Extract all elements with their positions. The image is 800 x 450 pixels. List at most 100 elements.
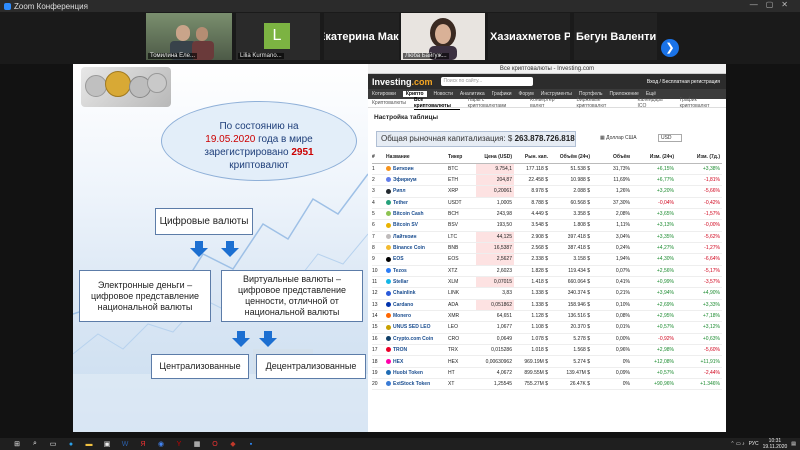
cell-name[interactable]: Chainlink xyxy=(386,287,448,300)
windows-start-icon[interactable]: ⊞ xyxy=(8,438,26,450)
tray-icons[interactable]: ⌃ ▭ ♪ xyxy=(730,441,744,447)
coin-icon xyxy=(386,279,391,285)
table-row[interactable]: 6 Bitcoin SV BSV 193,50 3.548 $1.808 $1,11% +… xyxy=(372,219,722,232)
table-row[interactable]: 9 EOS EOS 2,5627 2.338 $3.158 $1,94% +4,30% -6… xyxy=(372,253,722,266)
subnav-item[interactable]: Криптовалюты xyxy=(372,100,406,106)
clock[interactable]: 10:31 19.11.2020 xyxy=(763,438,788,450)
chrome-icon[interactable]: ◉ xyxy=(152,438,170,450)
subnav-item[interactable]: Конвертер валют xyxy=(530,97,568,109)
cell-name[interactable]: Биткоин xyxy=(386,163,448,175)
table-row[interactable]: 2 Эфириум ETH 204,87 22.458 $10.988 $11,69% +… xyxy=(372,174,722,187)
nav-item[interactable]: Котировки xyxy=(372,91,396,97)
next-page-button[interactable]: ❯ xyxy=(661,39,679,57)
table-row[interactable]: 4 Tether USDT 1,0005 8.788 $60.568 $37,30% -0… xyxy=(372,197,722,209)
file-explorer-icon[interactable]: ▬ xyxy=(80,438,98,450)
participant-tile[interactable]: Люба Байгуж... xyxy=(401,13,485,60)
cell-c7: -2,44% xyxy=(676,367,722,380)
col-header[interactable]: Рын. кап. xyxy=(514,152,550,164)
cell-price: 1,0677 xyxy=(476,321,514,334)
cell-cap: 1.078 $ xyxy=(514,333,550,346)
cell-ticker: CRO xyxy=(448,333,476,346)
col-header[interactable]: Объём xyxy=(592,152,632,164)
table-row[interactable]: 3 Рипл XRP 0,20061 8.978 $2.088 $1,26% +3,20%… xyxy=(372,185,722,198)
col-header[interactable]: Тикер xyxy=(448,152,476,164)
subnav-item[interactable]: Биржевые криптовалют xyxy=(577,97,630,109)
task-view-icon[interactable]: ▭ xyxy=(44,438,62,450)
table-settings-title[interactable]: Настройка таблицы xyxy=(368,108,726,121)
cell-name[interactable]: HEX xyxy=(386,355,448,368)
col-header[interactable]: Объём (24ч) xyxy=(550,152,592,164)
yandex-browser-icon[interactable]: Y xyxy=(170,438,188,450)
cell-n: 1 xyxy=(372,163,386,175)
store-icon[interactable]: ▣ xyxy=(98,438,116,450)
app-icon[interactable]: ◆ xyxy=(224,438,242,450)
col-header[interactable]: Изм. (7д.) xyxy=(676,152,722,164)
subnav-item[interactable]: Пары с криптовалютами xyxy=(468,97,523,109)
cell-name[interactable]: Bitcoin Cash xyxy=(386,208,448,221)
table-row[interactable]: 13 Cardano ADA 0,051862 1.338 $158.946 $0,10… xyxy=(372,299,722,311)
site-search-input[interactable]: Поиск по сайту... xyxy=(440,77,533,86)
cell-c24: +3,20% xyxy=(632,185,676,198)
cell-c7: +3,38% xyxy=(676,163,722,175)
subnav-item[interactable]: Календарь ICO xyxy=(638,97,672,109)
cell-name[interactable]: Binance Coin xyxy=(386,242,448,255)
table-row[interactable]: 10 Tezos XTZ 2,6023 1.828 $119.434 $0,07% +2,… xyxy=(372,265,722,277)
table-row[interactable]: 14 Monero XMR 64,651 1.128 $136.516 $0,08% +2… xyxy=(372,310,722,323)
cell-name[interactable]: Huobi Token xyxy=(386,367,448,380)
window-controls[interactable]: —▢✕ xyxy=(750,0,796,9)
col-header[interactable]: Название xyxy=(386,152,448,164)
currency-select[interactable]: USD xyxy=(657,134,682,142)
cell-name[interactable]: TRON xyxy=(386,344,448,357)
cell-name[interactable]: Bitcoin SV xyxy=(386,219,448,232)
table-row[interactable]: 16 Crypto.com Coin CRO 0,0649 1.078 $5.278 $… xyxy=(372,333,722,346)
table-row[interactable]: 15 UNUS SED LEO LEO 1,0677 1.108 $20.370 $0,… xyxy=(372,321,722,334)
table-row[interactable]: 1 Биткоин BTC 9.754,1 177.118 $51.538 $31,73… xyxy=(372,163,722,175)
participant-tile[interactable]: Бегун Валенти... xyxy=(574,13,657,60)
cell-name[interactable]: Stellar xyxy=(386,276,448,289)
table-row[interactable]: 7 Лайткоин LTC 44,125 2.908 $397.418 $3,04% +… xyxy=(372,231,722,243)
cell-name[interactable]: ExtStock Token xyxy=(386,378,448,391)
table-row[interactable]: 17 TRON TRX 0,015286 1.018 $1.568 $0,96% +2,9… xyxy=(372,344,722,357)
investing-logo[interactable]: Investing.com xyxy=(372,77,433,87)
cell-name[interactable]: Эфириум xyxy=(386,174,448,187)
table-row[interactable]: 12 Chainlink LINK 3,83 1.338 $340.374 $0,21%… xyxy=(372,287,722,300)
browser-tab-title[interactable]: Все криптовалюты - Investing.com xyxy=(368,64,726,74)
participant-tile[interactable]: Екатерина Мак... xyxy=(324,13,399,60)
cell-name[interactable]: Monero xyxy=(386,310,448,323)
cell-name[interactable]: Cardano xyxy=(386,299,448,311)
table-row[interactable]: 11 Stellar XLM 0,07015 1.418 $660.064 $0,41%… xyxy=(372,276,722,289)
notification-icon[interactable]: ▤ xyxy=(791,441,796,447)
subnav-item[interactable]: График криптовалют xyxy=(680,97,726,109)
cell-name[interactable]: UNUS SED LEO xyxy=(386,321,448,334)
subnav-item-active[interactable]: Все криптовалюты xyxy=(414,97,460,110)
table-row[interactable]: 20 ExtStock Token XT 1,25545 755.27M $26.47K… xyxy=(372,378,722,391)
col-header[interactable]: # xyxy=(372,152,386,164)
edge-icon[interactable]: ● xyxy=(62,438,80,450)
opera-icon[interactable]: O xyxy=(206,438,224,450)
table-row[interactable]: 19 Huobi Token HT 4,0672 899.55M $139.47M $0… xyxy=(372,367,722,380)
cell-name[interactable]: Рипл xyxy=(386,185,448,198)
cell-cap: 4.449 $ xyxy=(514,208,550,221)
cell-name[interactable]: Crypto.com Coin xyxy=(386,333,448,346)
zoom-taskbar-icon[interactable]: ▪ xyxy=(242,438,260,450)
cell-name[interactable]: Tezos xyxy=(386,265,448,277)
participant-tile[interactable]: L Lilia Kurmano... xyxy=(236,13,320,60)
login-register-link[interactable]: Вход / Бесплатная регистрация xyxy=(647,79,720,85)
photos-icon[interactable]: ▦ xyxy=(188,438,206,450)
language-indicator[interactable]: РУС xyxy=(749,441,759,447)
yandex-icon[interactable]: Я xyxy=(134,438,152,450)
table-row[interactable]: 18 HEX HEX 0,00630962 969.19M $5.274 $0% +12,… xyxy=(372,355,722,368)
col-header[interactable]: Цена (USD) xyxy=(476,152,514,164)
cell-name[interactable]: Tether xyxy=(386,197,448,209)
table-row[interactable]: 5 Bitcoin Cash BCH 243,98 4.449 $3.358 $2,08… xyxy=(372,208,722,221)
search-icon[interactable]: ⌕ xyxy=(26,438,44,450)
participant-name: Хазиахметов Р... xyxy=(490,31,570,43)
table-row[interactable]: 8 Binance Coin BNB 16,5387 2.568 $387.418 $0… xyxy=(372,242,722,255)
cell-name[interactable]: Лайткоин xyxy=(386,231,448,243)
currency-selector[interactable]: ▦ Доллар США USD xyxy=(600,134,682,142)
cell-name[interactable]: EOS xyxy=(386,253,448,266)
participant-tile[interactable]: Томилина Еле... xyxy=(146,13,232,60)
participant-tile[interactable]: Хазиахметов Р... xyxy=(488,13,570,60)
col-header[interactable]: Изм. (24ч) xyxy=(632,152,676,164)
word-icon[interactable]: W xyxy=(116,438,134,450)
